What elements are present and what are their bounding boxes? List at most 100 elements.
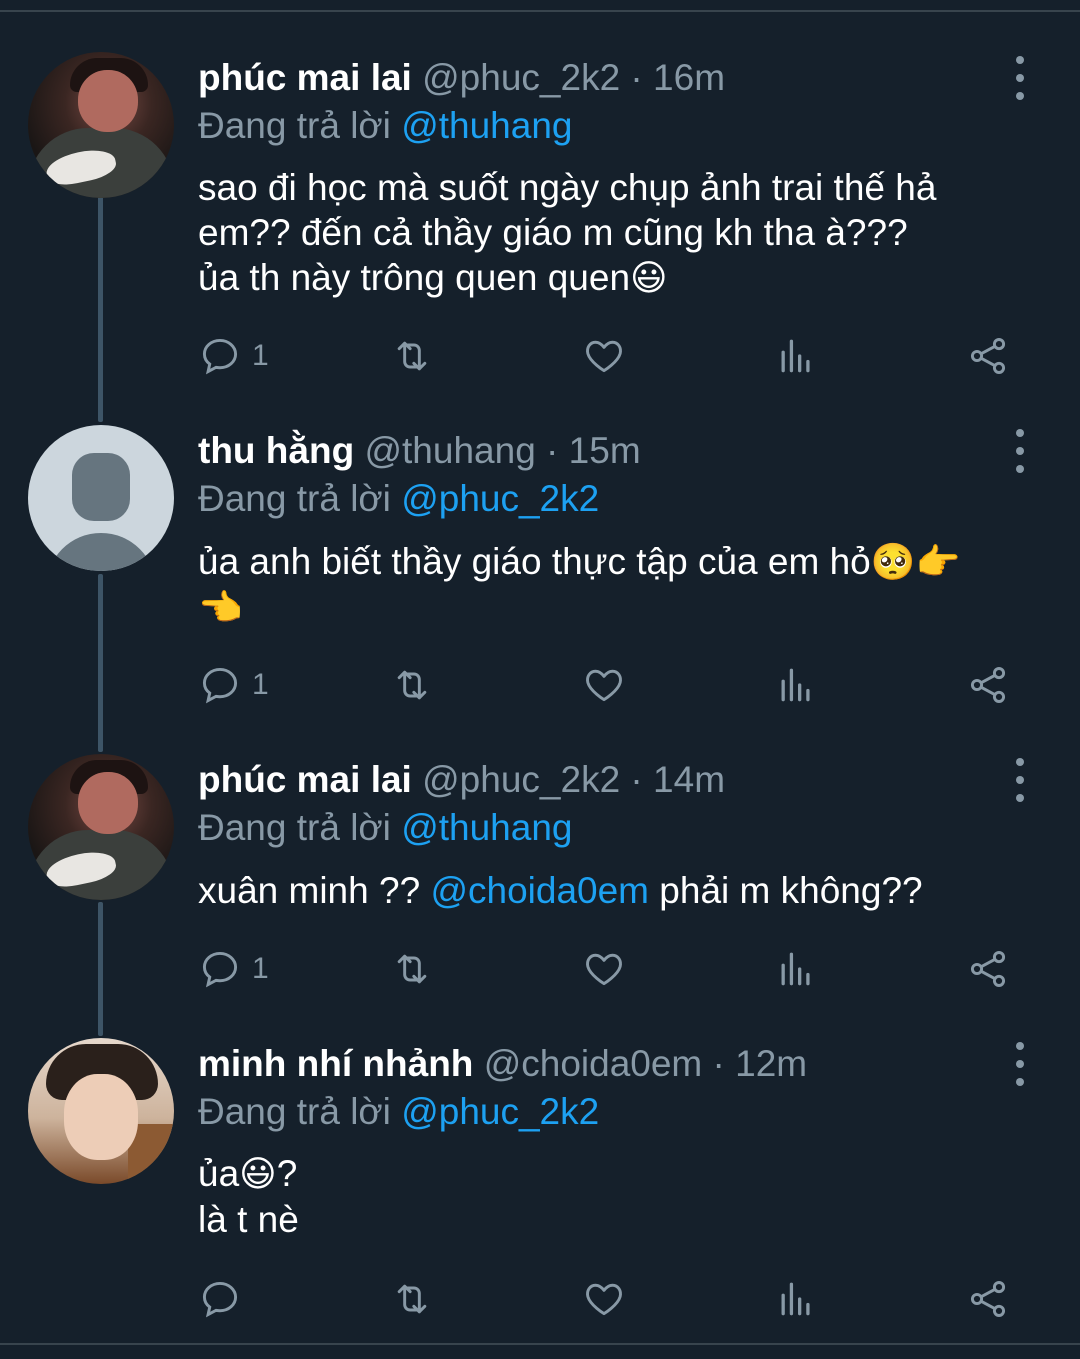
retweet-button[interactable] xyxy=(390,660,434,710)
top-divider xyxy=(0,10,1080,12)
reply-icon xyxy=(202,338,238,375)
thread-line xyxy=(98,196,103,422)
timestamp[interactable]: 16m xyxy=(653,57,725,98)
like-icon xyxy=(586,669,622,702)
mention-link[interactable]: @phuc_2k2 xyxy=(401,1091,599,1132)
more-icon[interactable] xyxy=(1005,758,1035,802)
text-line: là t nè xyxy=(198,1199,299,1240)
reply-count: 1 xyxy=(252,668,269,701)
replying-to: Đang trả lời @phuc_2k2 xyxy=(198,1090,599,1134)
stats-icon xyxy=(781,339,810,373)
retweet-icon xyxy=(397,954,427,984)
handle[interactable]: @thuhang xyxy=(364,430,535,471)
like-button[interactable] xyxy=(582,660,626,710)
like-button[interactable] xyxy=(582,944,626,994)
text-segment: ủa xyxy=(198,1153,240,1194)
share-button[interactable] xyxy=(966,944,1010,994)
stats-icon xyxy=(781,1282,810,1316)
tweet-text: ủa anh biết thầy giáo thực tập của em hỏ… xyxy=(198,539,1018,631)
handle[interactable]: @phuc_2k2 xyxy=(422,759,620,800)
emoji: 😃 xyxy=(630,258,668,299)
replying-to: Đang trả lời @phuc_2k2 xyxy=(198,477,599,521)
replying-prefix: Đang trả lời xyxy=(198,105,402,146)
stats-button[interactable] xyxy=(774,660,818,710)
avatar[interactable] xyxy=(28,754,174,900)
reply-count: 1 xyxy=(252,339,269,372)
more-icon[interactable] xyxy=(1005,1042,1035,1086)
replying-prefix: Đang trả lời xyxy=(198,478,402,519)
handle[interactable]: @choida0em xyxy=(484,1043,703,1084)
share-icon xyxy=(970,1281,1006,1317)
separator: · xyxy=(535,430,569,471)
replying-to: Đang trả lời @thuhang xyxy=(198,806,573,850)
reply-button[interactable] xyxy=(198,1274,252,1324)
retweet-button[interactable] xyxy=(390,1274,434,1324)
like-button[interactable] xyxy=(582,331,626,381)
retweet-icon xyxy=(397,670,427,700)
text-segment: xuân minh ?? xyxy=(198,870,431,911)
stats-button[interactable] xyxy=(774,331,818,381)
tweet-text: xuân minh ?? @choida0em phải m không?? xyxy=(198,868,1018,913)
stats-icon xyxy=(781,952,810,986)
bottom-divider xyxy=(0,1343,1080,1345)
more-icon[interactable] xyxy=(1005,429,1035,473)
share-icon xyxy=(970,667,1006,703)
stats-button[interactable] xyxy=(774,944,818,994)
mention-link[interactable]: @choida0em xyxy=(430,870,649,911)
emoji: 🥺👉 xyxy=(870,542,961,583)
timestamp[interactable]: 15m xyxy=(569,430,641,471)
text-line: ủa th này trông quen quen xyxy=(198,257,631,298)
text-segment: ? xyxy=(276,1153,298,1194)
tweet-header: minh nhí nhảnh @choida0em · 12m xyxy=(198,1042,807,1086)
retweet-icon xyxy=(397,1284,427,1314)
text-segment: phải m không?? xyxy=(649,870,923,911)
action-bar: 1 xyxy=(0,331,1080,381)
retweet-button[interactable] xyxy=(390,944,434,994)
text-line: em?? đến cả thầy giáo m cũng kh tha à??? xyxy=(198,212,908,253)
emoji: 😃 xyxy=(239,1154,277,1195)
display-name[interactable]: thu hằng xyxy=(198,430,354,471)
reply-button[interactable]: 1 xyxy=(198,944,269,994)
action-bar: 1 xyxy=(0,944,1080,994)
separator: · xyxy=(620,57,654,98)
share-button[interactable] xyxy=(966,1274,1010,1324)
replying-prefix: Đang trả lời xyxy=(198,807,402,848)
display-name[interactable]: minh nhí nhảnh xyxy=(198,1043,473,1084)
reply-icon xyxy=(202,667,238,704)
share-button[interactable] xyxy=(966,331,1010,381)
separator: · xyxy=(620,759,654,800)
reply-icon xyxy=(202,951,238,988)
like-icon xyxy=(586,1283,622,1316)
reply-button[interactable]: 1 xyxy=(198,331,269,381)
timestamp[interactable]: 12m xyxy=(735,1043,807,1084)
display-name[interactable]: phúc mai lai xyxy=(198,57,412,98)
replying-to: Đang trả lời @thuhang xyxy=(198,104,573,148)
mention-link[interactable]: @thuhang xyxy=(401,105,572,146)
action-bar: 1 xyxy=(0,660,1080,710)
mention-link[interactable]: @thuhang xyxy=(401,807,572,848)
more-icon[interactable] xyxy=(1005,56,1035,100)
like-button[interactable] xyxy=(582,1274,626,1324)
tweet-header: phúc mai lai @phuc_2k2 · 16m xyxy=(198,56,725,100)
mention-link[interactable]: @phuc_2k2 xyxy=(401,478,599,519)
retweet-button[interactable] xyxy=(390,331,434,381)
handle[interactable]: @phuc_2k2 xyxy=(422,57,620,98)
separator: · xyxy=(702,1043,736,1084)
tweet-header: thu hằng @thuhang · 15m xyxy=(198,429,641,473)
timestamp[interactable]: 14m xyxy=(653,759,725,800)
reply-button[interactable]: 1 xyxy=(198,660,269,710)
like-icon xyxy=(586,953,622,986)
retweet-icon xyxy=(397,341,427,371)
share-icon xyxy=(970,951,1006,987)
like-icon xyxy=(586,340,622,373)
avatar[interactable] xyxy=(28,1038,174,1184)
stats-icon xyxy=(781,668,810,702)
avatar[interactable] xyxy=(28,52,174,198)
tweet-text: ủa😃? là t nè xyxy=(198,1151,1018,1242)
action-bar xyxy=(0,1274,1080,1324)
avatar[interactable] xyxy=(28,425,174,571)
text-line: sao đi học mà suốt ngày chụp ảnh trai th… xyxy=(198,167,937,208)
display-name[interactable]: phúc mai lai xyxy=(198,759,412,800)
share-button[interactable] xyxy=(966,660,1010,710)
stats-button[interactable] xyxy=(774,1274,818,1324)
